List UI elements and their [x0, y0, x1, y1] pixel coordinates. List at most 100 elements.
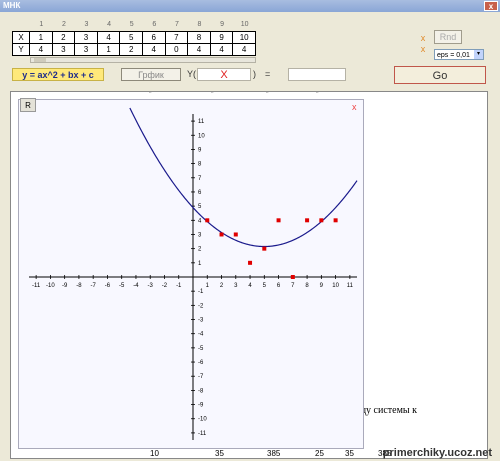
- y-tick-label: 5: [198, 204, 202, 210]
- x-tick-label: 2: [220, 283, 224, 289]
- y-tick-label: -10: [198, 417, 207, 423]
- y-tick-label: 8: [198, 162, 202, 168]
- y-cell[interactable]: 0: [164, 43, 189, 56]
- doc-fragment: *: [149, 91, 152, 97]
- x-cell[interactable]: 2: [51, 31, 76, 44]
- eps-value: eps = 0,01: [437, 52, 470, 59]
- graph-button[interactable]: Грфик: [121, 68, 181, 81]
- table-row-y: Y 4 3 3 1 2 4 0 4 4 4: [12, 43, 256, 56]
- column-number: 8: [197, 21, 202, 28]
- x-tick-label: 3: [234, 283, 238, 289]
- x-cell[interactable]: 6: [141, 31, 166, 44]
- window-close-button[interactable]: x: [484, 1, 498, 11]
- y-tick-label: -1: [198, 289, 204, 295]
- plot-panel: -11 -10 -9 -8 -7 -6 -5 -4 -3 -2 -1 1 2 3 4 5 6 7 8 9 10 11 11 1…: [18, 99, 364, 449]
- y-tick-label: -2: [198, 303, 204, 309]
- formula-label: y = ax^2 + bx + c: [12, 68, 104, 81]
- doc-bottom-cell: 25: [315, 449, 324, 458]
- data-point: [219, 232, 224, 237]
- x-tick-label: -4: [133, 283, 139, 289]
- y-tick-label: -11: [198, 431, 207, 437]
- plot-close-icon[interactable]: x: [352, 102, 357, 112]
- data-point: [333, 218, 338, 223]
- column-number: 3: [84, 21, 89, 28]
- x-tick-label: 5: [263, 283, 267, 289]
- y-cell[interactable]: 4: [29, 43, 53, 56]
- x-tick-label: 9: [320, 283, 324, 289]
- x-tick-label: -7: [91, 283, 97, 289]
- chart-svg: -11 -10 -9 -8 -7 -6 -5 -4 -3 -2 -1 1 2 3 4 5 6 7 8 9 10 11111…: [29, 107, 358, 440]
- go-button[interactable]: Go: [394, 66, 486, 84]
- y-cell[interactable]: 1: [96, 43, 121, 56]
- column-number: 1: [39, 21, 44, 28]
- chevron-down-icon[interactable]: ▾: [474, 50, 483, 59]
- x-cell[interactable]: 1: [29, 31, 53, 44]
- y-cell[interactable]: 2: [119, 43, 143, 56]
- y-tick-label: -7: [198, 374, 204, 380]
- table-row-x: X 1 2 3 4 5 6 7 8 9 10: [12, 31, 256, 44]
- data-point: [319, 218, 324, 223]
- data-point: [305, 218, 310, 223]
- watermark: primerchiky.ucoz.net: [382, 447, 492, 459]
- x-cell[interactable]: 4: [96, 31, 121, 44]
- x-tick-label: 1: [206, 283, 210, 289]
- doc-fragment: *: [266, 91, 269, 97]
- x-tick-label: 8: [305, 283, 309, 289]
- column-number: 10: [240, 21, 249, 28]
- x-cell[interactable]: 8: [187, 31, 211, 44]
- y-cell[interactable]: 3: [74, 43, 98, 56]
- y-cell[interactable]: 4: [209, 43, 234, 56]
- result-field[interactable]: [288, 68, 346, 81]
- x-tick-label: -5: [119, 283, 125, 289]
- y-tick-label: 2: [198, 247, 202, 253]
- clear-y-button[interactable]: x: [418, 44, 428, 54]
- column-number: 9: [220, 21, 225, 28]
- y-cell[interactable]: 4: [141, 43, 166, 56]
- x-tick-label: 4: [248, 283, 252, 289]
- x-tick-label: -3: [148, 283, 154, 289]
- reset-view-button[interactable]: R: [20, 98, 36, 112]
- x-cell[interactable]: 7: [164, 31, 189, 44]
- random-button[interactable]: Rnd: [434, 30, 462, 44]
- table-scrollbar[interactable]: [30, 57, 256, 63]
- y-tick-label: -4: [198, 332, 204, 338]
- x-cell[interactable]: 10: [232, 31, 256, 44]
- y-cell[interactable]: 4: [232, 43, 256, 56]
- window-title: МНК: [3, 1, 21, 10]
- y-tick-label: -6: [198, 360, 204, 366]
- x-tick-label: -1: [176, 283, 182, 289]
- y-cell[interactable]: 3: [51, 43, 76, 56]
- doc-bottom-cell: 35: [215, 449, 224, 458]
- x-tick-label: 10: [332, 283, 339, 289]
- y-argument-input[interactable]: X: [197, 68, 251, 81]
- column-numbers: 1 2 3 4 5 6 7 8 9 10: [30, 21, 256, 31]
- y-close-label: ): [253, 69, 256, 79]
- x-tick-label: -9: [62, 283, 68, 289]
- y-tick-label: -9: [198, 403, 204, 409]
- eps-select[interactable]: eps = 0,01 ▾: [434, 49, 484, 60]
- y-tick-label: 3: [198, 232, 202, 238]
- x-cell[interactable]: 5: [119, 31, 143, 44]
- x-tick-label: 11: [347, 283, 354, 289]
- clear-x-button[interactable]: x: [418, 33, 428, 43]
- doc-fragment: *: [316, 91, 319, 97]
- x-tick-label: 6: [277, 283, 281, 289]
- data-point: [262, 246, 267, 251]
- x-tick-label: -10: [46, 283, 55, 289]
- x-cell[interactable]: 3: [74, 31, 98, 44]
- doc-bottom-cell: 10: [150, 449, 159, 458]
- column-number: 2: [61, 21, 66, 28]
- data-point: [276, 218, 281, 223]
- column-number: 5: [129, 21, 134, 28]
- data-point: [233, 232, 238, 237]
- y-tick-label: 11: [198, 119, 205, 125]
- y-cell[interactable]: 4: [187, 43, 211, 56]
- y-tick-label: -5: [198, 346, 204, 352]
- y-tick-label: 4: [198, 218, 202, 224]
- fit-curve: [129, 107, 358, 248]
- y-tick-label: 1: [198, 261, 202, 267]
- x-tick-label: 7: [291, 283, 295, 289]
- table-scroll-thumb[interactable]: [34, 58, 46, 62]
- x-cell[interactable]: 9: [209, 31, 234, 44]
- data-point: [248, 260, 253, 265]
